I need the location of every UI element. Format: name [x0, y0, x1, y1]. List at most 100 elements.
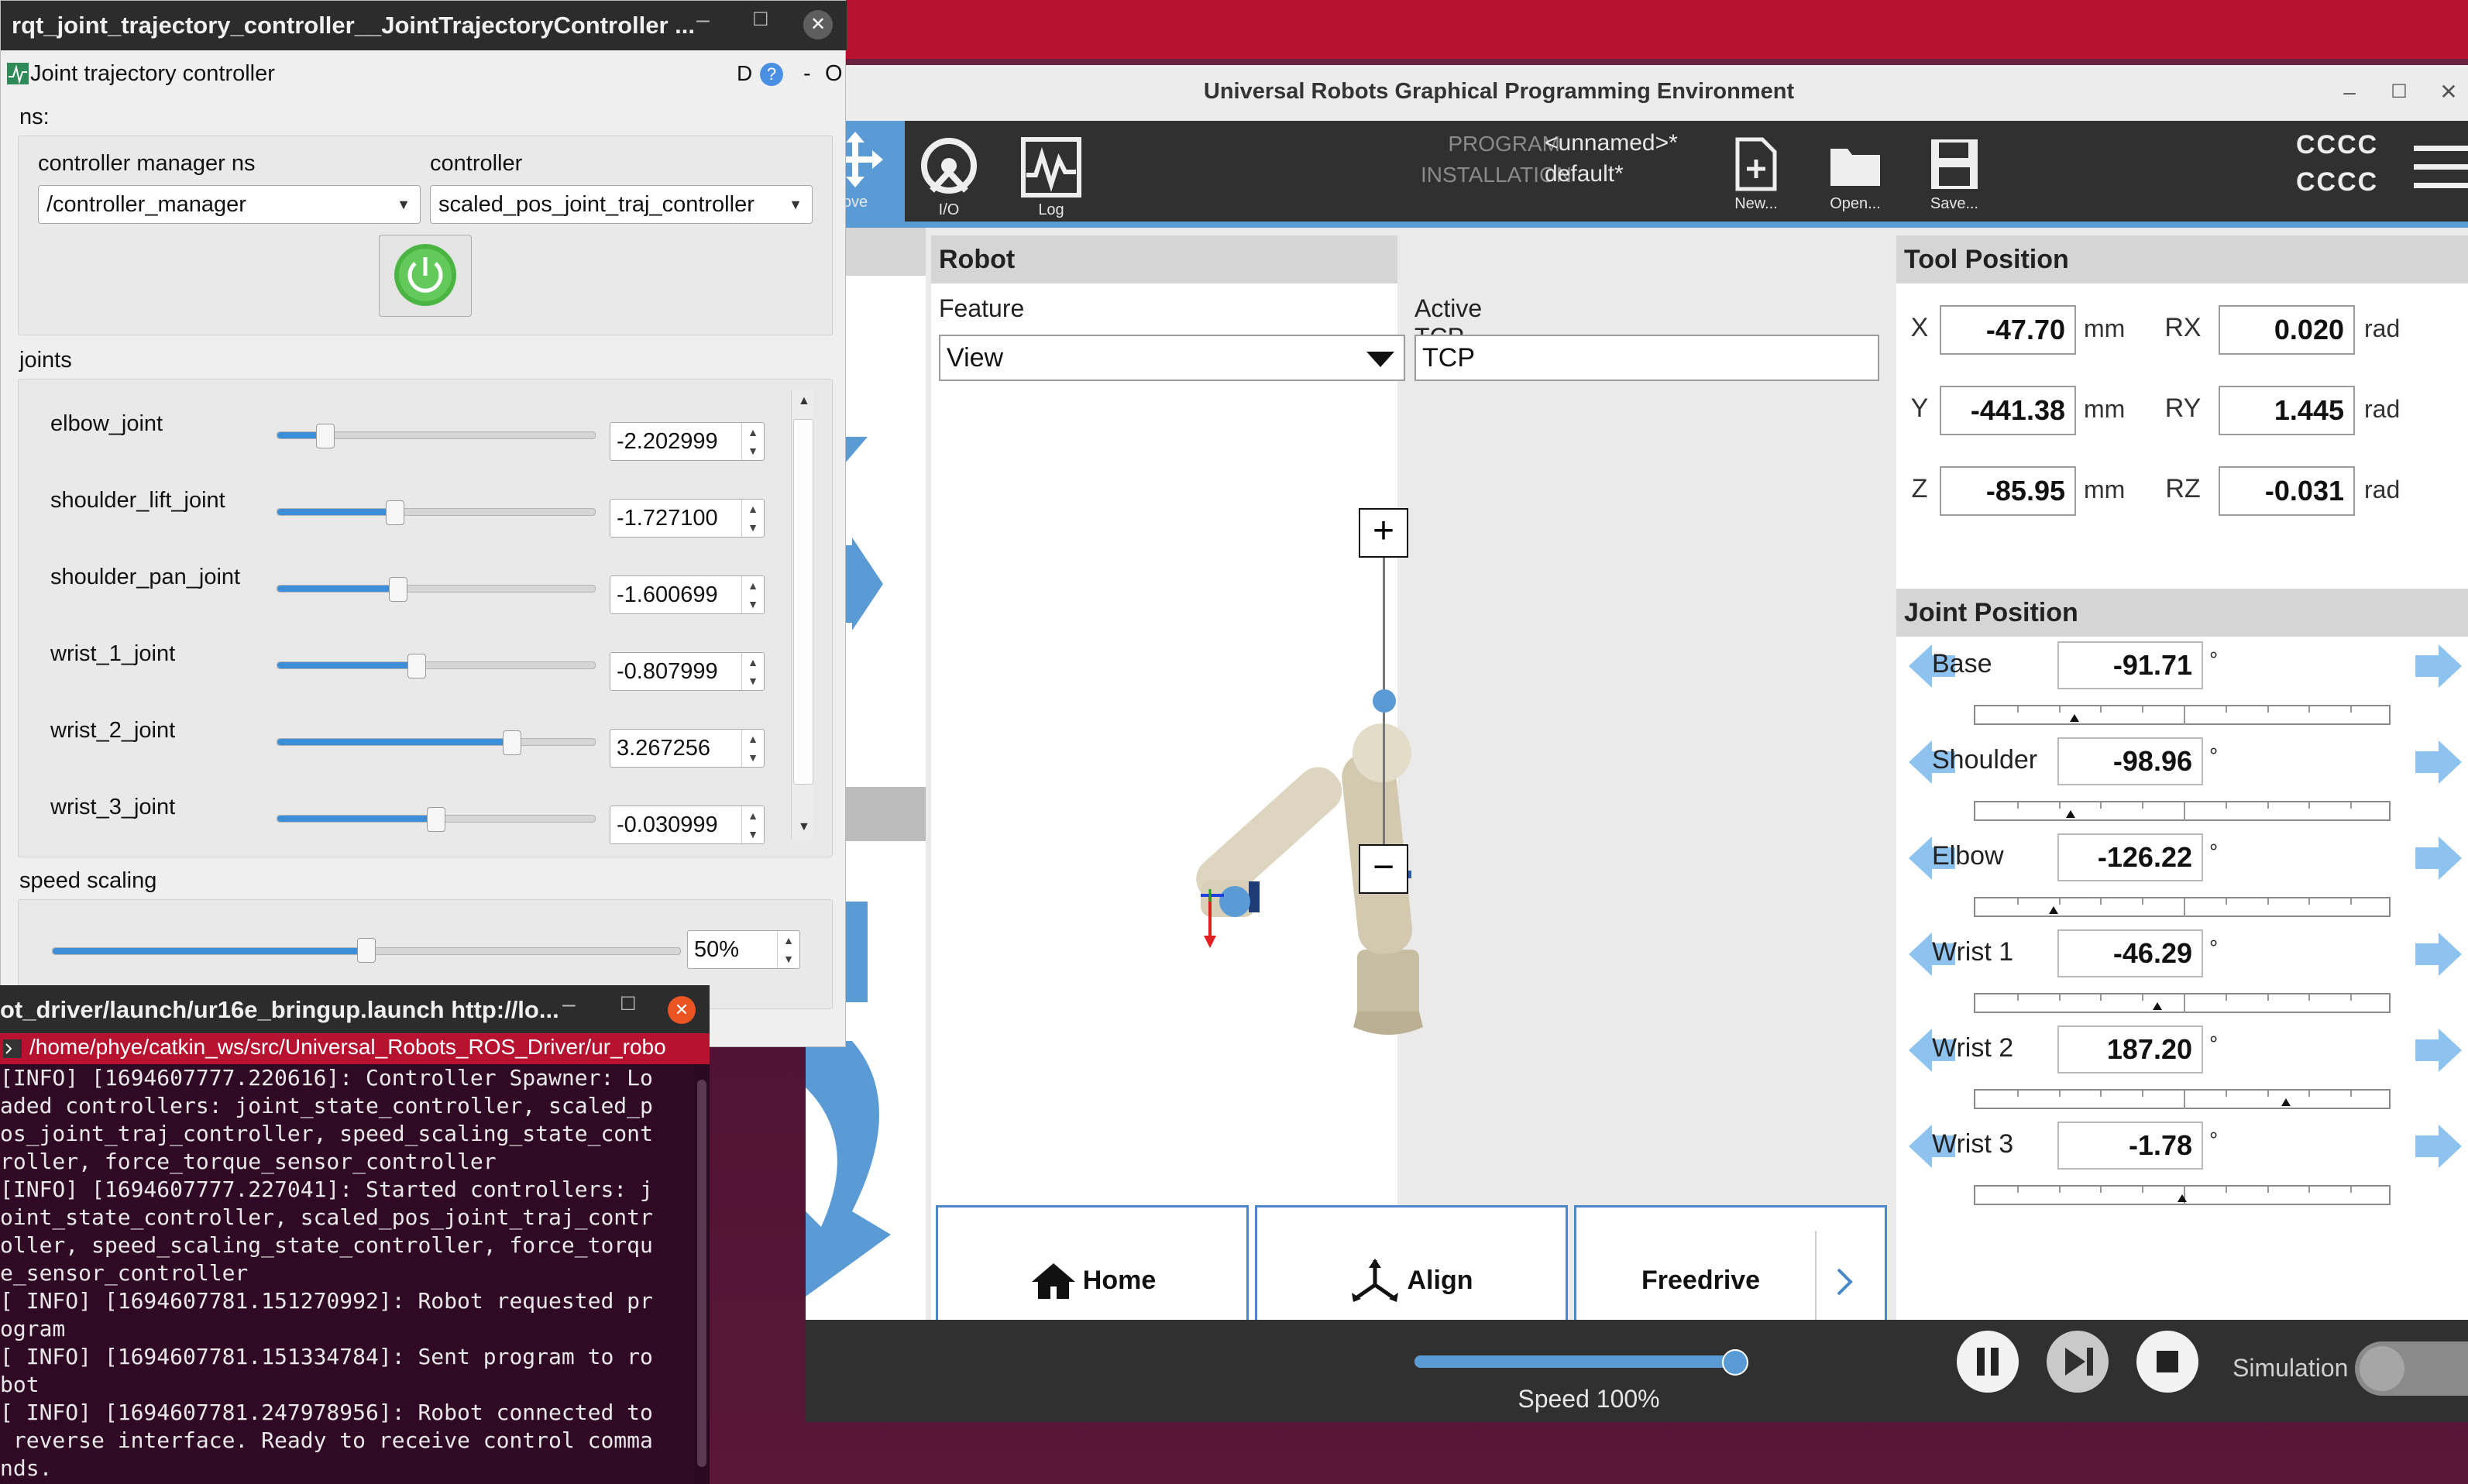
close-icon[interactable]: ✕: [2429, 73, 2468, 112]
io-tab-label: I/O: [938, 201, 960, 218]
tool-position-z-field[interactable]: -85.95: [1940, 466, 2076, 516]
rotate-arrow-icon[interactable]: [806, 1041, 922, 1297]
controller-select[interactable]: scaled_pos_joint_traj_controller ▼: [430, 185, 813, 224]
io-tab-button[interactable]: I/O: [906, 129, 992, 220]
joint-slider-knob[interactable]: [388, 577, 407, 602]
degree-unit-label: °: [2209, 936, 2219, 960]
spin-arrows-icon[interactable]: ▲ ▼: [741, 576, 764, 613]
zoom-out-button[interactable]: −: [1359, 844, 1408, 894]
joint-slider-shoulder_lift_joint[interactable]: [277, 508, 596, 516]
joint-wrist-2-field[interactable]: 187.20: [2057, 1025, 2203, 1073]
minimize-icon[interactable]: –: [696, 7, 710, 33]
terminal-title-bar[interactable]: ot_driver/launch/ur16e_bringup.launch ht…: [0, 985, 710, 1033]
joint-increase-button[interactable]: [2414, 929, 2463, 983]
spin-arrows-icon[interactable]: ▲ ▼: [741, 730, 764, 767]
terminal-scrollbar[interactable]: [694, 1064, 710, 1484]
joint-slider-wrist_2_joint[interactable]: [277, 738, 596, 746]
joint-spinbox[interactable]: -1.600699 ▲ ▼: [610, 575, 765, 614]
joint-increase-button[interactable]: [2414, 641, 2463, 695]
close-icon[interactable]: ✕: [668, 996, 696, 1024]
joint-elbow-field[interactable]: -126.22: [2057, 833, 2203, 881]
log-tab-button[interactable]: Log: [1009, 129, 1094, 220]
joint-slider-knob[interactable]: [427, 807, 445, 832]
new-program-button[interactable]: New...: [1714, 129, 1799, 220]
io-icon: [921, 138, 977, 194]
zoom-in-button[interactable]: +: [1359, 508, 1408, 558]
open-program-button[interactable]: Open...: [1813, 129, 1898, 220]
terminal-tab[interactable]: /home/phye/catkin_ws/src/Universal_Robot…: [0, 1033, 710, 1064]
feature-select[interactable]: View: [939, 335, 1405, 381]
joint-increase-button[interactable]: [2414, 833, 2463, 887]
maximize-icon[interactable]: ☐: [752, 9, 769, 31]
hamburger-menu-icon[interactable]: [2414, 143, 2468, 192]
speed-slider-track[interactable]: [1414, 1355, 1735, 1368]
joint-spinbox[interactable]: -2.202999 ▲ ▼: [610, 422, 765, 461]
speed-scaling-spinbox[interactable]: 50% ▲ ▼: [687, 930, 800, 969]
spin-arrows-icon[interactable]: ▲ ▼: [741, 653, 764, 690]
joint-spinbox[interactable]: -0.030999 ▲ ▼: [610, 806, 765, 844]
ur-title-bar[interactable]: Universal Robots Graphical Programming E…: [806, 65, 2468, 122]
joint-base-field[interactable]: -91.71: [2057, 641, 2203, 689]
minimize-icon[interactable]: –: [2330, 73, 2369, 112]
tool-position-y-field[interactable]: -441.38: [1940, 386, 2076, 435]
joint-wrist-1-field[interactable]: -46.29: [2057, 929, 2203, 977]
spin-arrows-icon[interactable]: ▲ ▼: [741, 423, 764, 460]
terminal-line: reverse interface. Ready to receive cont…: [0, 1427, 653, 1453]
tool-position-header: Tool Position: [1896, 235, 2468, 283]
pause-icon[interactable]: [1955, 1329, 2020, 1394]
ur-window-title: Universal Robots Graphical Programming E…: [1203, 79, 1795, 104]
stop-icon[interactable]: [2135, 1329, 2200, 1394]
joint-spinbox[interactable]: -0.807999 ▲ ▼: [610, 652, 765, 691]
joint-wrist-3-field[interactable]: -1.78: [2057, 1122, 2203, 1170]
plugin-close-button[interactable]: O: [825, 61, 843, 87]
speed-label: Speed 100%: [1518, 1385, 1660, 1413]
joint-slider-knob[interactable]: [385, 500, 404, 525]
tool-rotation-rx-field[interactable]: 0.020: [2219, 305, 2355, 355]
joint-spinbox[interactable]: 3.267256 ▲ ▼: [610, 729, 765, 768]
arrow-right-icon: [2415, 1029, 2462, 1072]
robot-3d-view[interactable]: [1164, 686, 1489, 1043]
joint-slider-knob[interactable]: [407, 654, 427, 678]
controller-manager-ns-label: controller manager ns: [38, 151, 256, 176]
joint-increase-button[interactable]: [2414, 1025, 2463, 1079]
joint-slider-wrist_1_joint[interactable]: [277, 661, 596, 669]
joints-scrollbar[interactable]: ▲ ▼: [791, 390, 813, 839]
controller-manager-ns-value: /controller_manager: [46, 192, 246, 217]
joint-position-header: Joint Position: [1896, 589, 2468, 637]
speed-scaling-knob[interactable]: [357, 938, 376, 963]
save-program-button[interactable]: Save...: [1912, 129, 1997, 220]
plugin-help-button[interactable]: ?: [760, 63, 783, 86]
tool-rotation-rz-field[interactable]: -0.031: [2219, 466, 2355, 516]
joint-position-marker: [2152, 1002, 2162, 1010]
simulation-toggle[interactable]: [2355, 1341, 2468, 1396]
enable-controller-button[interactable]: [379, 235, 472, 317]
joint-spinbox[interactable]: -1.727100 ▲ ▼: [610, 499, 765, 538]
close-icon[interactable]: ✕: [803, 10, 833, 40]
terminal-output[interactable]: [INFO] [1694607777.220616]: Controller S…: [0, 1064, 694, 1484]
joint-increase-button[interactable]: [2414, 1122, 2463, 1175]
maximize-icon[interactable]: ☐: [2380, 73, 2418, 112]
tool-position-x-field[interactable]: -47.70: [1940, 305, 2076, 355]
joint-slider-knob[interactable]: [503, 730, 522, 755]
plugin-dock-button[interactable]: D: [737, 61, 752, 86]
joint-slider-knob[interactable]: [315, 424, 335, 448]
joint-shoulder-field[interactable]: -98.96: [2057, 737, 2203, 785]
zoom-slider-knob[interactable]: [1373, 689, 1396, 713]
tool-rot-unit-label: rad: [2364, 476, 2401, 503]
tool-rot-unit-label: rad: [2364, 395, 2401, 423]
plugin-minimize-button[interactable]: -: [803, 61, 811, 87]
maximize-icon[interactable]: ☐: [620, 993, 637, 1015]
controller-manager-ns-select[interactable]: /controller_manager ▼: [38, 185, 421, 224]
active-tcp-field[interactable]: TCP: [1414, 335, 1879, 381]
speed-slider-knob[interactable]: [1722, 1349, 1748, 1376]
joint-slider-shoulder_pan_joint[interactable]: [277, 585, 596, 593]
spin-arrows-icon[interactable]: ▲ ▼: [741, 500, 764, 537]
spin-arrows-icon[interactable]: ▲ ▼: [777, 931, 799, 968]
rqt-title-bar[interactable]: rqt_joint_trajectory_controller__JointTr…: [1, 1, 847, 50]
spin-arrows-icon[interactable]: ▲ ▼: [741, 806, 764, 843]
tool-rotation-ry-field[interactable]: 1.445: [2219, 386, 2355, 435]
joint-increase-button[interactable]: [2414, 737, 2463, 791]
minimize-icon[interactable]: –: [562, 991, 576, 1018]
joint-name-label: Base: [1932, 649, 1992, 678]
step-icon[interactable]: [2045, 1329, 2110, 1394]
